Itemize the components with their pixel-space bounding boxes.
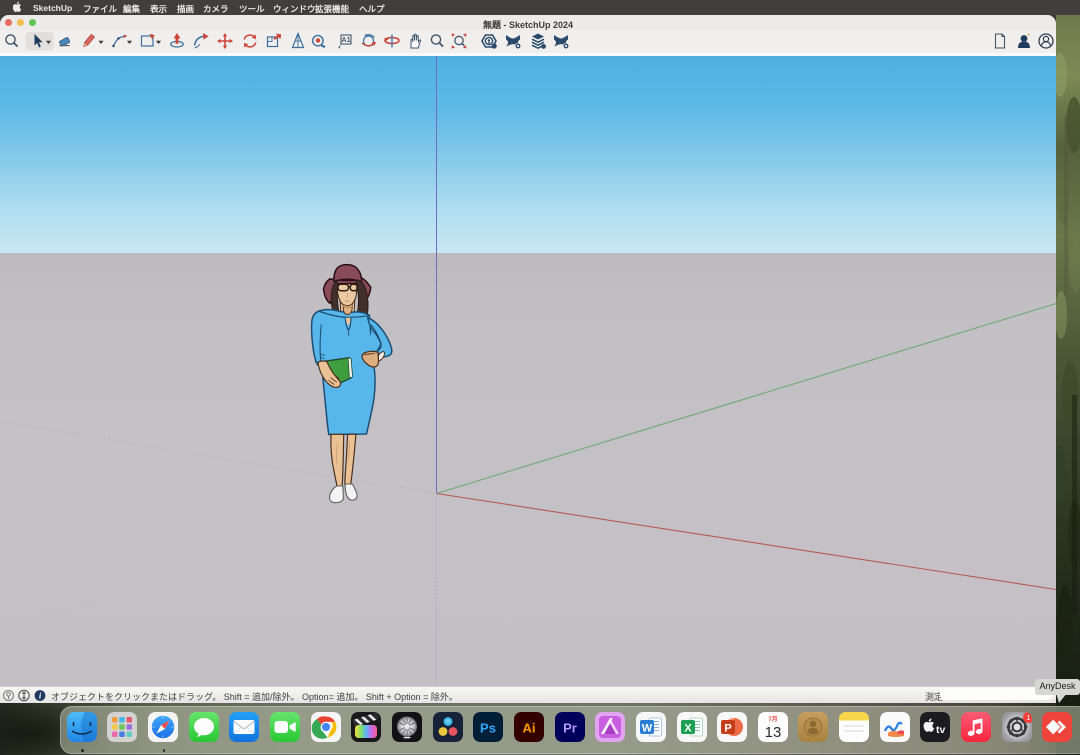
svg-text:X: X xyxy=(684,723,692,735)
svg-text:Pr: Pr xyxy=(563,721,577,736)
svg-text:Ps: Ps xyxy=(480,721,496,736)
svg-text:A1: A1 xyxy=(342,37,351,44)
svg-text:7月: 7月 xyxy=(768,715,777,723)
svg-text:13: 13 xyxy=(764,724,781,741)
svg-text:Ai: Ai xyxy=(522,721,535,736)
svg-text:P: P xyxy=(724,723,731,735)
svg-text:1: 1 xyxy=(1026,713,1030,722)
svg-text:W: W xyxy=(642,723,653,735)
svg-text:tv: tv xyxy=(936,724,945,736)
